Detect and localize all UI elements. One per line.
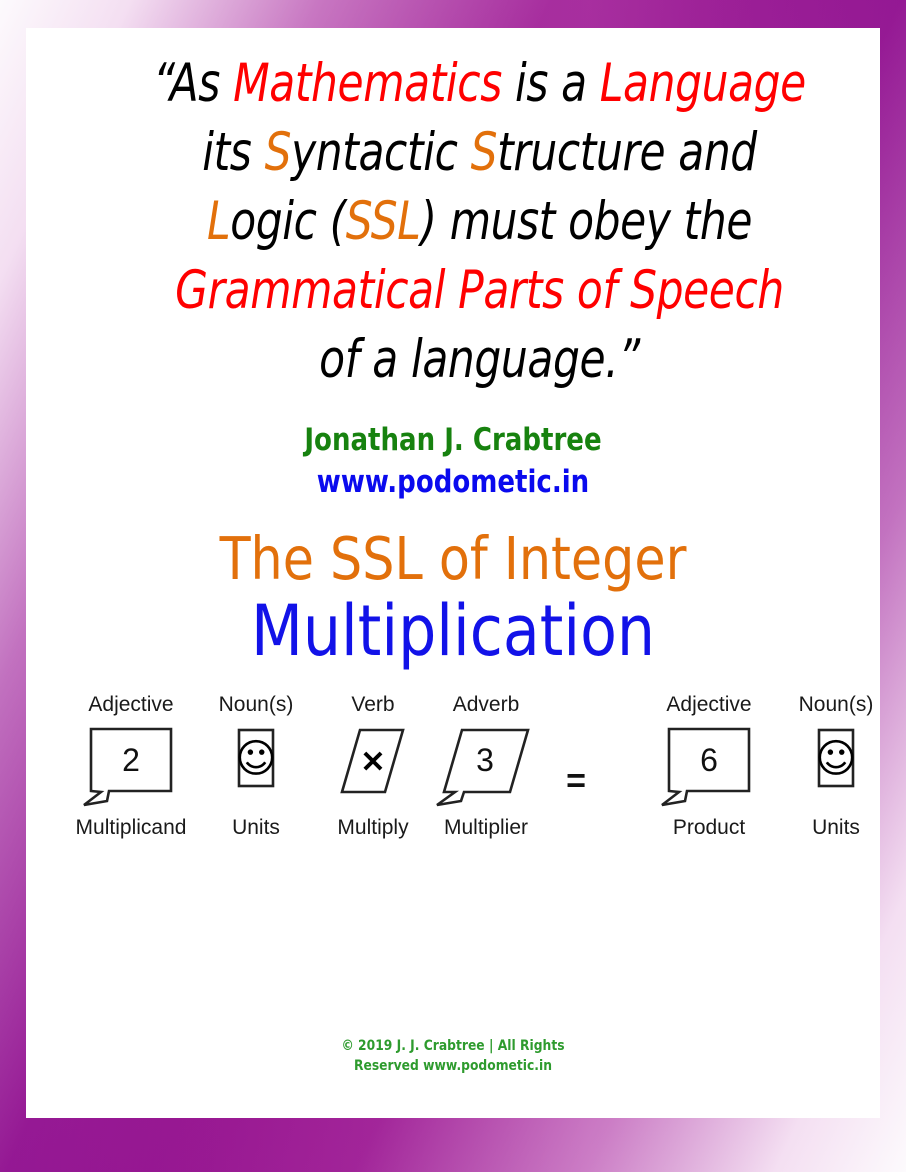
copyright-footer: © 2019 J. J. Crabtree | All Rights Reser… <box>77 1036 829 1077</box>
smiley-face-icon: ☺ <box>815 728 857 788</box>
quote-text: is a <box>501 53 600 114</box>
quote-text: “As <box>153 53 234 114</box>
quote-highlight-s1: S <box>264 121 292 183</box>
quote-text: ) must obey the <box>420 190 753 252</box>
quote-text: tructure and <box>497 121 757 183</box>
part-of-speech-label: Noun(s) <box>798 692 874 716</box>
multiplication-equation-diagram: Adjective 2 Multiplicand Noun(s) ☺ Units… <box>26 694 880 894</box>
smiley-glyph: ☺ <box>815 736 857 782</box>
quote-line-3: Logic (SSL) must obey the <box>53 188 880 257</box>
part-of-speech-label: Adverb <box>452 692 520 716</box>
speech-bubble-parallelogram-icon: 3 <box>436 728 530 807</box>
author-website[interactable]: www.podometic.in <box>94 462 811 504</box>
role-label: Multiplier <box>443 815 529 839</box>
attribution-block: Jonathan J. Crabtree www.podometic.in <box>94 420 811 503</box>
quote-block: “As Mathematics is a Language its Syntac… <box>32 28 880 394</box>
quote-text: ogic ( <box>230 190 346 252</box>
equation-term-multiplier: Adverb 3 Multiplier <box>411 694 561 838</box>
term-value: 2 <box>122 742 140 778</box>
equals-sign: = <box>566 761 586 800</box>
title-line-2: Multiplication <box>250 589 656 672</box>
quote-highlight-s2: S <box>470 121 498 183</box>
smiley-glyph: ☺ <box>235 736 277 782</box>
multiply-icon: ✕ <box>340 728 405 794</box>
equation-term-product-units: Noun(s) ☺ Units <box>761 694 880 838</box>
slide-card: “As Mathematics is a Language its Syntac… <box>26 28 880 1118</box>
quote-highlight-ssl: SSL <box>345 190 421 252</box>
quote-highlight-language: Language <box>599 53 806 114</box>
term-value: ✕ <box>360 746 385 779</box>
quote-highlight-l: L <box>206 190 231 252</box>
term-value: 6 <box>700 742 718 778</box>
slide-canvas: “As Mathematics is a Language its Syntac… <box>0 0 906 1172</box>
copyright-line-2: Reserved www.podometic.in <box>354 1058 552 1075</box>
quote-line-4: Grammatical Parts of Speech <box>175 259 784 321</box>
page-title: The SSL of Integer Multiplication <box>26 523 880 672</box>
author-name: Jonathan J. Crabtree <box>304 422 602 459</box>
term-value: 3 <box>476 742 494 778</box>
quote-line-5: of a language.” <box>319 328 640 390</box>
quote-line-2: its Syntactic Structure and <box>53 119 880 188</box>
copyright-line-1: © 2019 J. J. Crabtree | All Rights <box>341 1038 565 1054</box>
quote-text: its <box>202 121 265 183</box>
speech-bubble-rect-icon: 6 <box>661 727 751 807</box>
quote-line-1: “As Mathematics is a Language <box>53 50 880 119</box>
smiley-face-icon: ☺ <box>235 728 277 788</box>
title-line-1: The SSL of Integer <box>219 523 687 593</box>
quote-text: yntactic <box>291 121 471 183</box>
speech-bubble-parallelogram-shape: 3 <box>411 723 561 807</box>
rect-shape: ☺ <box>761 723 880 807</box>
quote-highlight-mathematics: Mathematics <box>233 53 502 114</box>
speech-bubble-rect-icon: 2 <box>83 727 173 807</box>
role-label: Units <box>812 815 860 839</box>
